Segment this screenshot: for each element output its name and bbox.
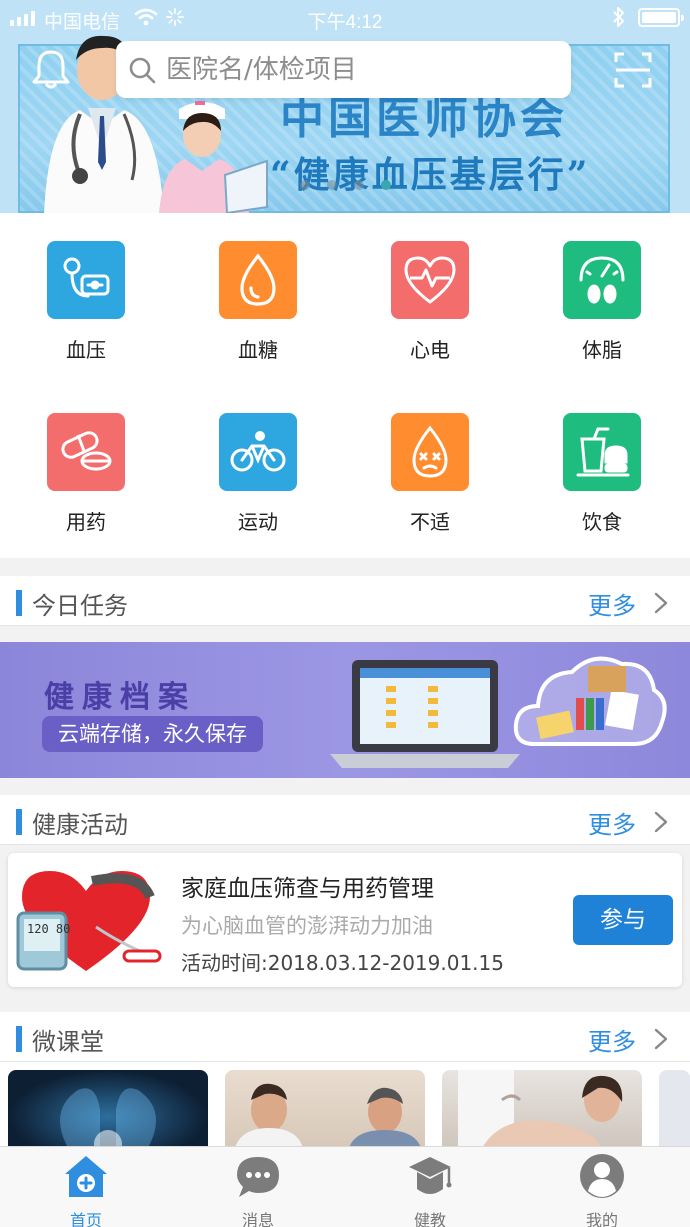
- carousel-dot-active[interactable]: [381, 180, 391, 190]
- nurse-illustration: [159, 101, 268, 213]
- grid-item-label: 心电: [410, 338, 450, 362]
- carousel-dot[interactable]: [354, 180, 364, 190]
- grid-item-diet[interactable]: 饮食: [516, 385, 688, 557]
- tab-label: 首页: [69, 1211, 102, 1227]
- section-micro-courses: 微课堂 更多: [0, 1012, 690, 1062]
- section-accent-bar: [16, 809, 22, 835]
- monitor-reading: 120 80: [27, 922, 70, 936]
- course-thumbnail[interactable]: [442, 1070, 642, 1148]
- grid-item-medication[interactable]: 用药: [0, 385, 172, 557]
- health-file-subtitle: 云端存储，永久保存: [42, 716, 263, 752]
- section-health-activities: 健康活动 更多: [0, 795, 690, 845]
- more-link[interactable]: 更多: [588, 586, 636, 621]
- carousel-dot[interactable]: [327, 180, 337, 190]
- laptop-illustration: [330, 660, 520, 768]
- food-drink-icon: [563, 413, 641, 491]
- home-page: 中国医师协会 “健康血压基层行” 中国电信 下午4:12 医院名/体检项目 血压…: [0, 0, 690, 1227]
- course-thumbnail[interactable]: [225, 1070, 425, 1148]
- search-bar[interactable]: [116, 41, 571, 98]
- tab-label: 我的: [585, 1211, 618, 1227]
- blood-pressure-icon: [47, 241, 125, 319]
- section-accent-bar: [16, 1026, 22, 1052]
- tab-home[interactable]: 首页: [0, 1147, 172, 1227]
- grid-item-exercise[interactable]: 运动: [172, 385, 344, 557]
- grid-item-body-fat[interactable]: 体脂: [516, 213, 688, 385]
- health-file-banner[interactable]: 健康档案 云端存储，永久保存: [0, 642, 690, 778]
- status-bar: 中国电信 下午4:12: [0, 0, 690, 36]
- section-accent-bar: [16, 590, 22, 616]
- lungs-image: [60, 1088, 156, 1148]
- battery-icon: [638, 8, 684, 27]
- section-today-tasks: 今日任务 更多: [0, 576, 690, 626]
- section-title: 微课堂: [32, 1028, 104, 1056]
- more-link[interactable]: 更多: [588, 805, 636, 840]
- feature-grid: 血压 血糖 心电 体脂 用药 运动 不适 饮食: [0, 213, 690, 558]
- search-icon: [129, 57, 156, 83]
- grid-item-blood-sugar[interactable]: 血糖: [172, 213, 344, 385]
- grid-item-label: 不适: [410, 510, 450, 534]
- graduation-cap-icon: [409, 1157, 452, 1194]
- join-button[interactable]: 参与: [573, 895, 673, 945]
- home-icon: [65, 1156, 107, 1197]
- health-file-title: 健康档案: [44, 680, 196, 715]
- grid-item-label: 用药: [66, 510, 106, 534]
- carousel-dot[interactable]: [300, 180, 310, 190]
- grid-item-label: 血压: [66, 338, 106, 362]
- user-icon: [580, 1154, 624, 1198]
- grid-item-label: 饮食: [582, 510, 622, 534]
- course-list[interactable]: [0, 1062, 690, 1148]
- pill-icon: [47, 413, 125, 491]
- sick-face-icon: [391, 413, 469, 491]
- tab-label: 消息: [241, 1211, 274, 1227]
- banner-subtitle: “健康血压基层行”: [270, 154, 591, 196]
- section-title: 今日任务: [32, 592, 128, 620]
- course-thumbnail[interactable]: [659, 1070, 690, 1148]
- activity-card[interactable]: 120 80 家庭血压筛查与用药管理 为心脑血管的澎湃动力加油 活动时间:201…: [8, 853, 682, 987]
- tab-bar: 首页 消息 健教 我的: [0, 1146, 690, 1227]
- carousel-dots[interactable]: [300, 180, 391, 190]
- chevron-right-icon[interactable]: [654, 1028, 668, 1050]
- grid-item-label: 血糖: [238, 338, 278, 362]
- more-link[interactable]: 更多: [588, 1022, 636, 1057]
- blood-drop-icon: [219, 241, 297, 319]
- chat-icon: [237, 1157, 279, 1197]
- grid-item-ecg[interactable]: 心电: [344, 213, 516, 385]
- course-thumbnail[interactable]: [8, 1070, 208, 1148]
- tab-messages[interactable]: 消息: [172, 1147, 344, 1227]
- bell-icon[interactable]: [30, 48, 72, 90]
- scale-icon: [563, 241, 641, 319]
- consultation-image: [458, 1070, 623, 1148]
- grid-item-discomfort[interactable]: 不适: [344, 385, 516, 557]
- heart-monitor-illustration: 120 80: [16, 871, 162, 971]
- status-time: 下午4:12: [307, 12, 383, 33]
- tab-profile[interactable]: 我的: [516, 1147, 688, 1227]
- grid-item-blood-pressure[interactable]: 血压: [0, 213, 172, 385]
- grid-item-label: 体脂: [582, 338, 622, 362]
- bicycle-icon: [219, 413, 297, 491]
- activity-description: 为心脑血管的澎湃动力加油: [181, 914, 433, 938]
- doctor-patient-image: [235, 1083, 421, 1148]
- tab-education[interactable]: 健教: [344, 1147, 516, 1227]
- chevron-right-icon[interactable]: [654, 592, 668, 614]
- scan-icon[interactable]: [614, 52, 652, 88]
- bluetooth-icon: [613, 7, 624, 27]
- section-title: 健康活动: [32, 811, 128, 839]
- hero-banner[interactable]: 中国医师协会 “健康血压基层行” 中国电信 下午4:12 医院名/体检项目: [0, 0, 690, 213]
- activity-date: 活动时间:2018.03.12-2019.01.15: [181, 951, 504, 975]
- grid-item-label: 运动: [238, 510, 278, 534]
- heart-ecg-icon: [391, 241, 469, 319]
- chevron-right-icon[interactable]: [654, 811, 668, 833]
- tab-label: 健教: [413, 1211, 446, 1227]
- cloud-storage-illustration: [513, 656, 667, 746]
- activity-name: 家庭血压筛查与用药管理: [181, 876, 434, 902]
- search-input[interactable]: [166, 54, 546, 85]
